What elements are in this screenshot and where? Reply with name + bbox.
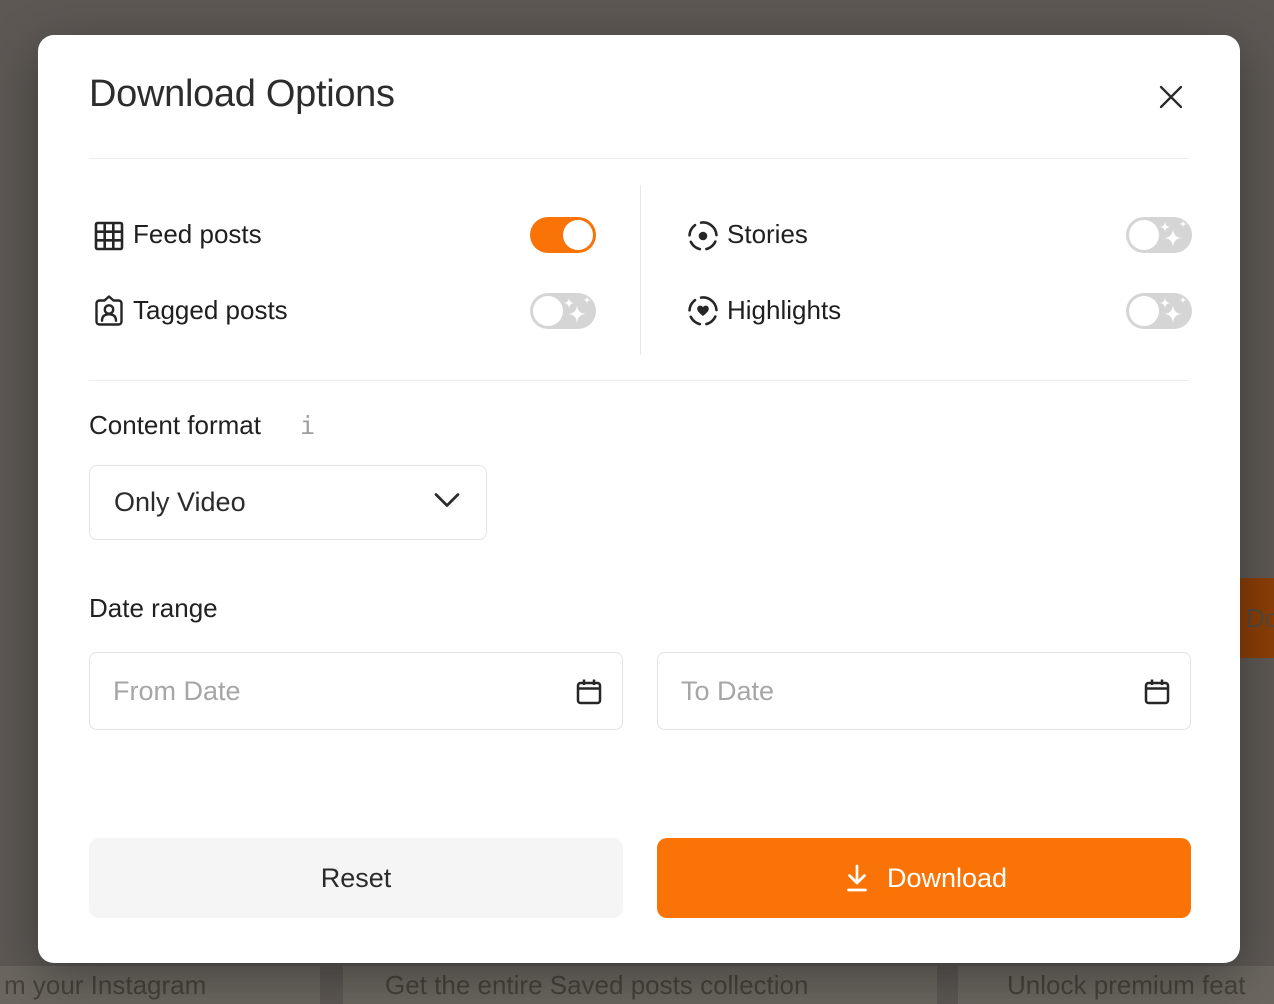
- background-text-middle: Get the entire Saved posts collection: [385, 970, 809, 1000]
- close-button[interactable]: [1154, 81, 1188, 115]
- toggle-knob: [1129, 296, 1159, 326]
- option-label-stories: Stories: [727, 219, 808, 249]
- calendar-icon[interactable]: [573, 676, 605, 708]
- close-icon: [1157, 83, 1185, 114]
- background-text-right: Unlock premium feat: [1007, 970, 1246, 1000]
- calendar-icon[interactable]: [1141, 676, 1173, 708]
- toggle-tagged-posts[interactable]: [530, 293, 596, 329]
- chevron-down-icon: [432, 491, 462, 515]
- toggle-highlights[interactable]: [1126, 293, 1192, 329]
- to-date-input[interactable]: [657, 652, 1191, 730]
- option-label-feed-posts: Feed posts: [133, 219, 262, 249]
- toggle-knob: [1129, 220, 1159, 250]
- background-download-button-partial: Do: [1240, 578, 1274, 658]
- download-icon: [841, 861, 873, 895]
- reset-button[interactable]: Reset: [89, 838, 623, 918]
- option-label-highlights: Highlights: [727, 295, 842, 325]
- divider-middle: [89, 380, 1189, 381]
- toggle-stories[interactable]: [1126, 217, 1192, 253]
- page: m your Instagram Get the entire Saved po…: [0, 0, 1274, 1004]
- premium-sparkles-icon: [1156, 218, 1190, 255]
- background-text-left: m your Instagram: [4, 970, 207, 1000]
- content-format-label: Content format: [89, 410, 261, 440]
- download-options-modal: Download Options Feed posts Tagged posts…: [38, 35, 1240, 963]
- from-date-input[interactable]: [89, 652, 623, 730]
- toggle-knob: [563, 220, 593, 250]
- divider-top: [89, 158, 1189, 159]
- modal-title: Download Options: [89, 73, 395, 115]
- info-icon: i: [300, 411, 316, 440]
- toggle-feed-posts[interactable]: [530, 217, 596, 253]
- stories-circle-icon: [686, 219, 720, 253]
- highlights-heart-icon: [686, 294, 720, 328]
- divider-vertical: [640, 185, 641, 355]
- download-button[interactable]: Download: [657, 838, 1191, 918]
- grid-icon: [92, 219, 126, 253]
- content-format-selected-value: Only Video: [114, 487, 246, 517]
- download-button-label: Download: [886, 862, 1008, 893]
- date-range-label: Date range: [89, 593, 218, 623]
- option-label-tagged-posts: Tagged posts: [133, 295, 288, 325]
- premium-sparkles-icon: [560, 294, 594, 331]
- reset-button-label: Reset: [320, 862, 392, 893]
- toggle-knob: [533, 296, 563, 326]
- content-format-dropdown[interactable]: Only Video: [89, 465, 487, 540]
- premium-sparkles-icon: [1156, 294, 1190, 331]
- tagged-badge-icon: [92, 294, 126, 328]
